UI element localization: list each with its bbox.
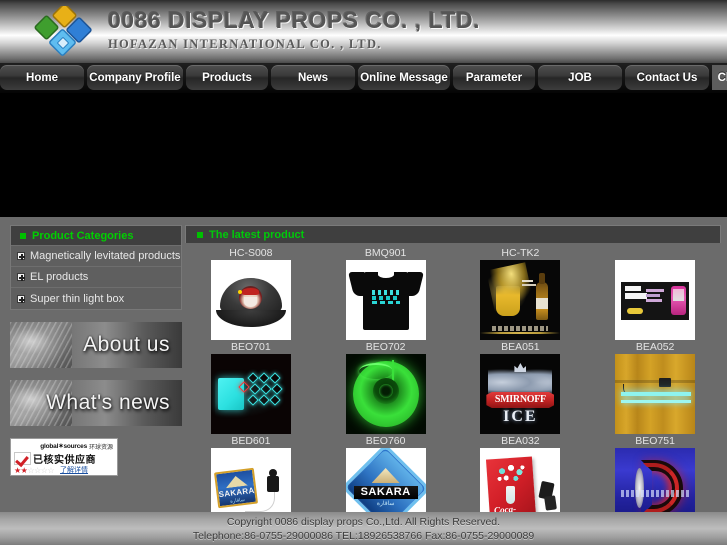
gs-brand-row: global ✶ sources 环球资源: [14, 441, 114, 451]
beer-ad-product-image: [480, 260, 561, 340]
el-wire-spool-product-image: [345, 354, 426, 434]
content-area: The latest product HC-S008 BMQ901 HC-TK2…: [182, 225, 727, 528]
smirnoff-ice-wordmark: ICE: [503, 408, 538, 425]
product-code-label: BMQ901: [364, 247, 407, 259]
product-code-label: BEO751: [635, 435, 675, 447]
checkmark-icon: [14, 451, 31, 465]
product-beo702[interactable]: BEO702: [320, 340, 452, 434]
company-logo-icon: [34, 3, 92, 58]
square-bullet-icon: [197, 231, 203, 238]
global-sources-verified-supplier-badge[interactable]: global ✶ sources 环球资源 已核实供应商 ★★☆☆☆☆ 了解详情: [10, 438, 118, 476]
expand-plus-icon[interactable]: [17, 273, 25, 281]
product-code-label: BED601: [231, 435, 271, 447]
square-bullet-icon: [20, 232, 26, 239]
page-root: 0086 DISPLAY PROPS CO. , LTD. HOFAZAN IN…: [0, 0, 727, 545]
nav-item-job[interactable]: JOB: [538, 65, 622, 90]
product-categories-header: Product Categories: [11, 226, 181, 246]
gs-verified-label: 已核实供应商: [33, 454, 96, 466]
whats-news-banner-label: What's news: [46, 391, 170, 414]
sidebar: Product Categories Magnetically levitate…: [0, 225, 182, 527]
product-bea052[interactable]: BEA052: [589, 340, 721, 434]
about-us-banner-label: About us: [83, 333, 170, 356]
product-bmq901[interactable]: BMQ901: [320, 246, 452, 340]
product-unlabeled[interactable]: [589, 246, 721, 340]
site-footer: Copyright 0086 display props Co.,Ltd. Al…: [0, 512, 727, 545]
sakara-wordmark: SAKARA: [360, 486, 411, 498]
product-code-label: BEA051: [501, 341, 540, 353]
about-us-banner[interactable]: About us: [10, 322, 182, 368]
gs-rating-row: ★★☆☆☆☆ 了解详情: [14, 465, 114, 475]
sakara-sub-wordmark: ساقارة: [376, 501, 395, 507]
product-code-label: BEA052: [635, 341, 675, 353]
gs-brand-tail: sources: [63, 442, 87, 450]
product-thumbnail[interactable]: [210, 260, 291, 340]
product-hc-s008[interactable]: HC-S008: [185, 246, 317, 340]
nav-item-home[interactable]: Home: [0, 65, 84, 90]
expand-plus-icon[interactable]: [17, 252, 25, 260]
footer-copyright: Copyright 0086 display props Co.,Ltd. Al…: [226, 516, 501, 528]
latest-product-title: The latest product: [209, 228, 305, 241]
product-thumbnail[interactable]: [615, 354, 696, 434]
product-hc-tk2[interactable]: HC-TK2: [455, 246, 587, 340]
gs-brand-chinese: 环球资源: [88, 444, 113, 451]
gs-verified-row: 已核实供应商: [14, 451, 114, 466]
product-categories-panel: Product Categories Magnetically levitate…: [10, 225, 182, 310]
nav-item-parameter[interactable]: Parameter: [453, 65, 535, 90]
hero-banner: [0, 93, 727, 217]
product-thumbnail[interactable]: [345, 260, 426, 340]
body-area: Product Categories Magnetically levitate…: [0, 217, 727, 528]
el-panel-product-image: [210, 354, 291, 434]
gs-brand-name: global: [40, 442, 59, 450]
company-title-sub: HOFAZAN INTERNATIONAL CO. , LTD.: [108, 37, 382, 51]
cap-product-image: [210, 260, 291, 340]
smirnoff-wordmark: SMIRNOFF: [494, 394, 546, 405]
sidebar-item-label: EL products: [30, 271, 89, 283]
product-thumbnail[interactable]: [480, 260, 561, 340]
sidebar-item-label: Magnetically levitated products: [30, 250, 181, 262]
product-categories-title: Product Categories: [32, 229, 134, 242]
company-title-main: 0086 DISPLAY PROPS CO. , LTD.: [108, 7, 480, 33]
product-code-label: HC-TK2: [501, 247, 540, 259]
footer-contact: Telephone:86-0755-29000086 TEL:189265387…: [192, 530, 535, 542]
header-title-block: 0086 DISPLAY PROPS CO. , LTD. HOFAZAN IN…: [108, 5, 480, 54]
product-code-label: BEO760: [365, 435, 406, 447]
latest-product-header: The latest product: [185, 225, 721, 243]
phone-ad-product-image: [615, 260, 696, 340]
product-thumbnail[interactable]: [615, 260, 696, 340]
gs-learn-more-link[interactable]: 了解详情: [60, 465, 88, 475]
sidebar-item-el-products[interactable]: EL products: [11, 267, 181, 288]
nav-language-toggle-chinese[interactable]: Chinese: [712, 65, 727, 90]
nav-item-products[interactable]: Products: [186, 65, 268, 90]
stars-empty: ☆☆☆☆: [27, 465, 55, 475]
nav-item-online-message[interactable]: Online Message: [358, 65, 450, 90]
product-grid: HC-S008 BMQ901 HC-TK2 BEO701 BEO702 BEA0…: [185, 246, 721, 528]
product-thumbnail[interactable]: SMIRNOFF ICE: [480, 354, 561, 434]
site-header: 0086 DISPLAY PROPS CO. , LTD. HOFAZAN IN…: [0, 0, 727, 63]
product-code-label: BEO701: [231, 341, 271, 353]
nav-item-contact-us[interactable]: Contact Us: [625, 65, 709, 90]
product-code-label: HC-S008: [229, 247, 273, 259]
product-thumbnail[interactable]: [210, 354, 291, 434]
expand-plus-icon[interactable]: [17, 294, 25, 303]
tshirt-product-image: [345, 260, 426, 340]
smirnoff-sign-product-image: SMIRNOFF ICE: [480, 354, 561, 434]
face-artwork-icon: [10, 322, 72, 368]
main-navigation: Home Company Profile Products News Onlin…: [0, 63, 727, 93]
product-beo701[interactable]: BEO701: [185, 340, 317, 434]
product-bea051[interactable]: BEA051 SMIRNOFF ICE: [455, 340, 587, 434]
nav-item-company-profile[interactable]: Company Profile: [87, 65, 183, 90]
sidebar-item-magnetically-levitated-products[interactable]: Magnetically levitated products: [11, 246, 181, 267]
whats-news-banner[interactable]: What's news: [10, 380, 182, 426]
sidebar-item-label: Super thin light box: [30, 292, 125, 305]
product-code-label: BEO702: [365, 341, 406, 353]
nav-item-news[interactable]: News: [271, 65, 355, 90]
sidebar-item-super-thin-light-box[interactable]: Super thin light box: [11, 288, 181, 309]
product-code-label: BEA032: [501, 435, 540, 447]
product-thumbnail[interactable]: [345, 354, 426, 434]
el-strip-wood-product-image: [615, 354, 696, 434]
